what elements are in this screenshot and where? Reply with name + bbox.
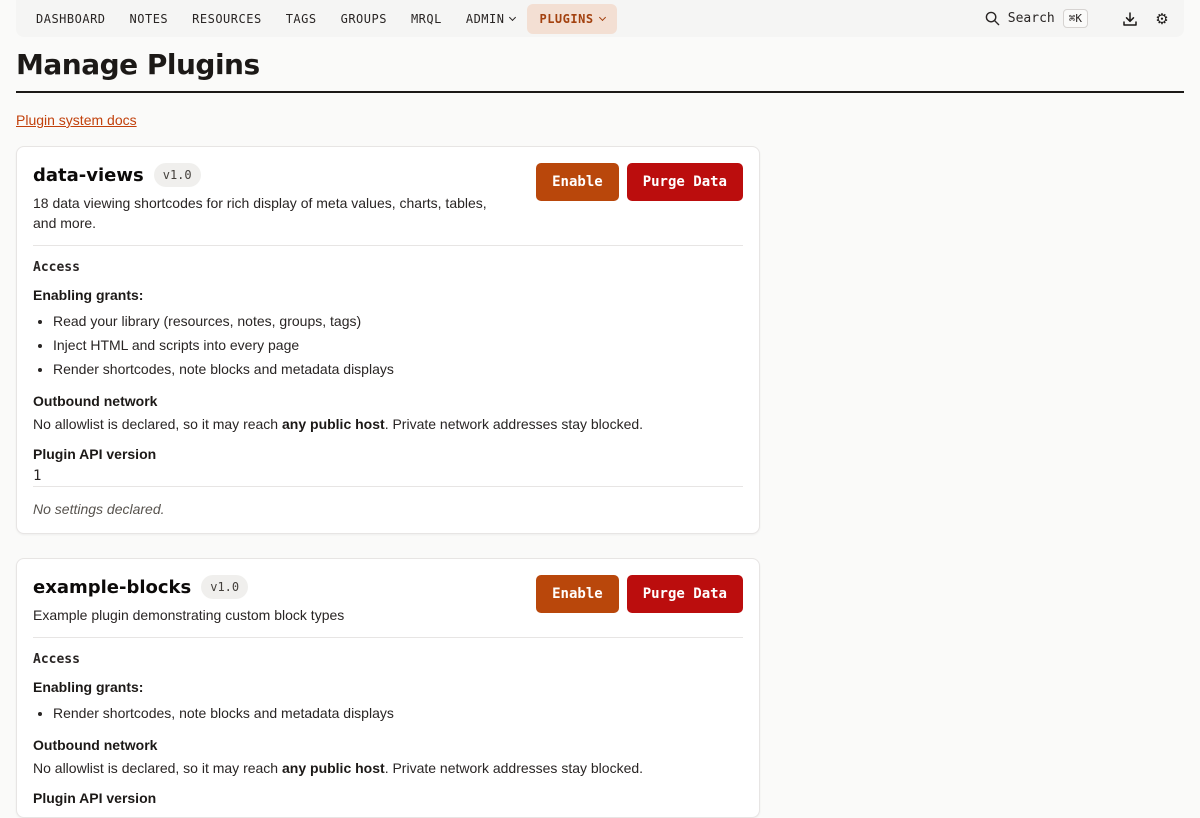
plugin-card-data-views: data-views v1.0 18 data viewing shortcod… bbox=[16, 146, 760, 534]
outbound-network-text: No allowlist is declared, so it may reac… bbox=[33, 758, 743, 778]
network-text-post: . Private network addresses stay blocked… bbox=[384, 416, 644, 432]
nav-admin-dropdown[interactable]: ADMIN bbox=[454, 4, 528, 34]
nav-mrql[interactable]: MRQL bbox=[399, 4, 454, 34]
plugin-actions: Enable Purge Data bbox=[536, 575, 743, 613]
nav-mrql-label: MRQL bbox=[410, 11, 442, 26]
network-text-post: . Private network addresses stay blocked… bbox=[384, 760, 644, 776]
plugin-api-version-value: 1 bbox=[33, 468, 42, 484]
nav-resources[interactable]: RESOURCES bbox=[180, 4, 274, 34]
search-label: Search bbox=[1007, 11, 1055, 26]
plugin-card-header: example-blocks v1.0 Example plugin demon… bbox=[33, 575, 743, 625]
nav-admin-label: ADMIN bbox=[465, 11, 505, 26]
access-heading: Access bbox=[33, 260, 80, 275]
grants-list: Render shortcodes, note blocks and metad… bbox=[53, 701, 743, 725]
title-divider bbox=[16, 91, 1184, 93]
plugin-actions: Enable Purge Data bbox=[536, 163, 743, 201]
card-divider bbox=[33, 486, 743, 487]
grants-list: Read your library (resources, notes, gro… bbox=[53, 309, 743, 381]
access-heading: Access bbox=[33, 652, 80, 667]
plugin-api-version-label: Plugin API version bbox=[33, 790, 157, 806]
top-navigation-bar: DASHBOARD NOTES RESOURCES TAGS GROUPS MR… bbox=[16, 0, 1184, 37]
chevron-down-icon bbox=[509, 13, 517, 21]
plugin-description: 18 data viewing shortcodes for rich disp… bbox=[33, 195, 487, 231]
nav-dashboard-label: DASHBOARD bbox=[36, 11, 106, 26]
search-icon bbox=[985, 11, 1000, 26]
plugin-version-badge: v1.0 bbox=[201, 575, 249, 599]
plugin-api-version-label: Plugin API version bbox=[33, 446, 157, 462]
outbound-network-text: No allowlist is declared, so it may reac… bbox=[33, 414, 743, 434]
plugin-name: example-blocks bbox=[33, 576, 192, 598]
outbound-network-label: Outbound network bbox=[33, 737, 158, 753]
settings-button[interactable]: ⚙ bbox=[1150, 7, 1174, 31]
chevron-down-icon bbox=[598, 13, 606, 21]
grant-item: Render shortcodes, note blocks and metad… bbox=[53, 701, 743, 725]
card-divider bbox=[33, 245, 743, 246]
nav-notes-label: NOTES bbox=[129, 11, 169, 26]
nav-notes[interactable]: NOTES bbox=[118, 4, 181, 34]
network-text-bold: any public host bbox=[282, 416, 385, 432]
toolbar-right: Search ⌘K ⚙ bbox=[985, 0, 1184, 37]
network-text-pre: No allowlist is declared, so it may reac… bbox=[33, 416, 282, 432]
network-text-pre: No allowlist is declared, so it may reac… bbox=[33, 760, 282, 776]
enable-button[interactable]: Enable bbox=[536, 575, 619, 613]
grant-item: Render shortcodes, note blocks and metad… bbox=[53, 357, 743, 381]
nav-dashboard[interactable]: DASHBOARD bbox=[24, 4, 118, 34]
plugin-description: Example plugin demonstrating custom bloc… bbox=[33, 607, 345, 623]
purge-data-button[interactable]: Purge Data bbox=[626, 575, 743, 613]
nav-groups[interactable]: GROUPS bbox=[329, 4, 399, 34]
plugin-name-row: data-views v1.0 bbox=[33, 163, 503, 187]
nav-tags-label: TAGS bbox=[285, 11, 317, 26]
plugin-name-row: example-blocks v1.0 bbox=[33, 575, 503, 599]
download-button[interactable] bbox=[1118, 7, 1142, 31]
enabling-grants-label: Enabling grants: bbox=[33, 287, 144, 303]
grant-item: Read your library (resources, notes, gro… bbox=[53, 309, 743, 333]
nav-resources-label: RESOURCES bbox=[192, 11, 262, 26]
nav-plugins-label: PLUGINS bbox=[539, 11, 594, 26]
plugin-card-header: data-views v1.0 18 data viewing shortcod… bbox=[33, 163, 743, 233]
search-shortcut-badge: ⌘K bbox=[1062, 9, 1088, 28]
nav-plugins-dropdown[interactable]: PLUGINS bbox=[527, 3, 617, 34]
nav-tags[interactable]: TAGS bbox=[274, 4, 329, 34]
outbound-network-label: Outbound network bbox=[33, 393, 158, 409]
plugin-docs-link[interactable]: Plugin system docs bbox=[16, 112, 137, 128]
plugin-name: data-views bbox=[33, 164, 144, 186]
network-text-bold: any public host bbox=[282, 760, 385, 776]
gear-icon: ⚙ bbox=[1155, 10, 1169, 28]
grant-item: Inject HTML and scripts into every page bbox=[53, 333, 743, 357]
purge-data-button[interactable]: Purge Data bbox=[626, 163, 743, 201]
enabling-grants-label: Enabling grants: bbox=[33, 679, 144, 695]
no-settings-text: No settings declared. bbox=[33, 501, 165, 517]
main-nav: DASHBOARD NOTES RESOURCES TAGS GROUPS MR… bbox=[16, 0, 617, 37]
card-divider bbox=[33, 637, 743, 638]
download-icon bbox=[1123, 11, 1137, 26]
search-button[interactable]: Search ⌘K bbox=[985, 9, 1088, 28]
nav-groups-label: GROUPS bbox=[340, 11, 387, 26]
page-title: Manage Plugins bbox=[16, 48, 260, 81]
plugin-card-example-blocks: example-blocks v1.0 Example plugin demon… bbox=[16, 558, 760, 818]
plugin-version-badge: v1.0 bbox=[153, 163, 201, 187]
enable-button[interactable]: Enable bbox=[536, 163, 619, 201]
